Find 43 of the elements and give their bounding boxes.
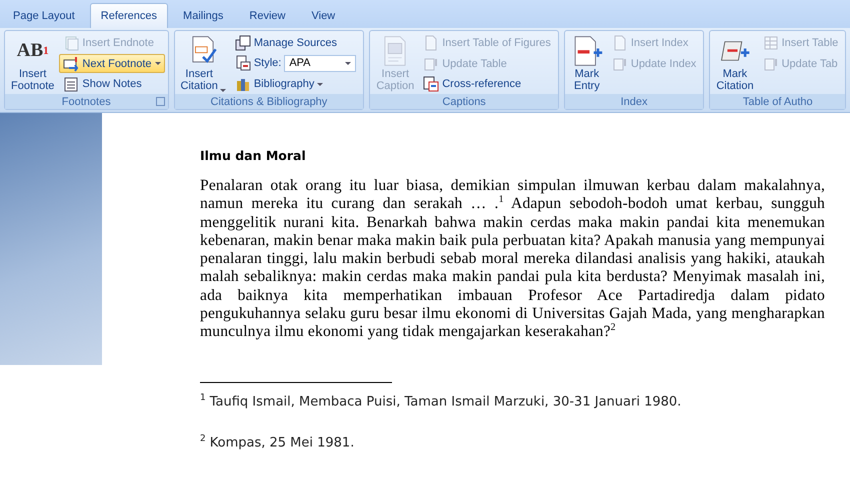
group-label: Footnotes [62, 96, 111, 108]
books-icon [234, 76, 251, 92]
style-control[interactable]: Style: APA [230, 53, 360, 74]
document-icon [612, 35, 628, 51]
style-icon [234, 55, 251, 72]
pages-icon [63, 34, 80, 51]
update-icon [762, 56, 779, 72]
group-label: Index [620, 96, 648, 108]
caret-icon [345, 62, 352, 65]
large-ribbon-button[interactable]: Mark Citation [713, 33, 757, 94]
documents-icon [234, 34, 251, 51]
ribbon-tab[interactable]: View [300, 3, 346, 28]
ribbon-button[interactable]: Show Notes [59, 74, 165, 94]
ribbon-button[interactable]: Cross-reference [419, 74, 555, 94]
ribbon-tab[interactable]: Review [238, 3, 296, 28]
footnote-text: $^{1}$ Taufiq Ismail, Membaca Puisi, Taman Ismail Marzuki, 30-31 Januari 1980. [200, 392, 682, 409]
large-ribbon-button[interactable]: AB$^{1}$ Insert Footnote [8, 33, 58, 94]
large-ribbon-button[interactable]: Mark Entry [568, 33, 606, 94]
group-label: Citations & Bibliography [210, 96, 328, 108]
footnote-icon: AB$^{1}$ [16, 35, 49, 67]
ribbon-tab[interactable]: Mailings [172, 3, 234, 28]
update-icon [423, 56, 440, 72]
cross-reference-icon [423, 76, 440, 92]
ribbon-tab[interactable]: References [90, 3, 168, 28]
caret-icon [317, 82, 324, 86]
dialog-launcher-icon[interactable] [156, 97, 165, 106]
next-footnote-icon [63, 56, 80, 72]
table-icon [762, 35, 779, 51]
group-label: Captions [442, 96, 486, 108]
ribbon-tab[interactable]: Page Layout [2, 3, 86, 28]
document-heading: Ilmu dan Moral [200, 148, 307, 163]
footnote-text: $^{2}$ Kompas, 25 Mei 1981. [200, 434, 356, 450]
caret-icon [154, 62, 161, 65]
notes-icon [63, 76, 80, 92]
document-icon [423, 34, 440, 51]
body-paragraph: Penalaran otak orang itu luar biasa, demikian simpulan ilmuwan kerbau dalam makalahnya, namun mereka itu curang dan serakah … .$^{1}$ Adapun sebodoh-bodoh umat kerbau, sungguh menggelitik nurani kita. Benarkah bahwa makin cerdas maka makin pandai kita menemukan kebenaran, makin benar maka makin baik pula perbuatan kita? Apakah manusia yang mempunyai penalaran tinggi, lalu makin berbudi sebab moral mereka dilandasi analisis yang hakiki, ataukah malah sebaliknya: makin cerdas maka makin pandai pula kita berdusta? Menyimak masalah ini, ada baiknya kita memperhatikan imbauan Profesor Ace Partadiredja dalam pidato pengukuhannya selaku guru besar ilmu ekonomi di Universitas Gajah Mada, yang mengharapkan munculnya ilmu ekonomi yang tidak mengajarkan keserakahan?$^{2}$ [200, 177, 825, 342]
ribbon-button[interactable]: Bibliography [230, 74, 360, 94]
group-label: Table of Autho [742, 96, 813, 108]
update-icon [612, 56, 628, 72]
ribbon-button[interactable]: Manage Sources [230, 33, 360, 52]
large-ribbon-button[interactable]: Insert Citation [178, 33, 229, 94]
ribbon-button[interactable]: Next Footnote [59, 54, 165, 74]
style-dropdown[interactable]: APA [284, 54, 356, 72]
